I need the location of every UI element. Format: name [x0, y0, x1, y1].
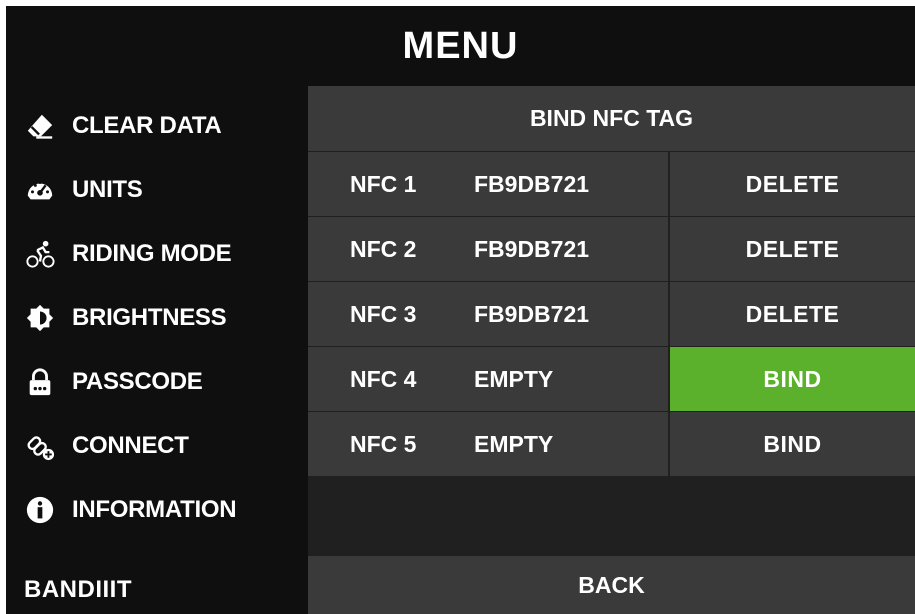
nfc-row: NFC 2 FB9DB721 DELETE	[308, 217, 915, 282]
brand-logo: BANDIIIT	[24, 576, 132, 603]
nfc-tag-id: FB9DB721	[474, 235, 590, 262]
nfc-bind-button[interactable]: BIND	[670, 347, 915, 411]
sidebar-item-clear-data[interactable]: CLEAR DATA	[6, 96, 308, 156]
sidebar-item-information[interactable]: INFORMATION	[6, 480, 308, 540]
sidebar-item-riding-mode[interactable]: RIDING MODE	[6, 224, 308, 284]
nfc-row: NFC 1 FB9DB721 DELETE	[308, 152, 915, 217]
nfc-tag-id: FB9DB721	[474, 300, 590, 327]
nfc-info: NFC 4 EMPTY	[308, 347, 668, 411]
nfc-info: NFC 5 EMPTY	[308, 412, 668, 476]
sidebar: CLEAR DATA UNITS RIDING MODE BRIGHTNESS	[6, 86, 308, 614]
nfc-name: NFC 5	[350, 430, 417, 457]
nfc-delete-button[interactable]: DELETE	[670, 217, 915, 281]
cyclist-icon	[24, 238, 56, 270]
nfc-row: NFC 3 FB9DB721 DELETE	[308, 282, 915, 347]
sidebar-item-label: PASSCODE	[72, 368, 203, 395]
nfc-info: NFC 3 FB9DB721	[308, 282, 668, 346]
brightness-icon	[24, 302, 56, 334]
nfc-name: NFC 3	[350, 300, 417, 327]
nfc-bind-button[interactable]: BIND	[670, 412, 915, 476]
panel-title: BIND NFC TAG	[308, 86, 915, 151]
nfc-delete-button[interactable]: DELETE	[670, 152, 915, 216]
sidebar-item-connect[interactable]: CONNECT	[6, 416, 308, 476]
empty-area	[308, 476, 915, 556]
eraser-icon	[24, 110, 56, 142]
bind-nfc-panel: BIND NFC TAG NFC 1 FB9DB721 DELETE NFC 2…	[308, 86, 915, 614]
nfc-row: NFC 4 EMPTY BIND	[308, 347, 915, 412]
nfc-row: NFC 5 EMPTY BIND	[308, 412, 915, 477]
sidebar-item-label: BRIGHTNESS	[72, 304, 227, 331]
link-plus-icon	[24, 430, 56, 462]
nfc-name: NFC 4	[350, 365, 417, 392]
nfc-info: NFC 2 FB9DB721	[308, 217, 668, 281]
sidebar-item-label: RIDING MODE	[72, 240, 232, 267]
back-button[interactable]: BACK	[308, 556, 915, 614]
device-screen: MENU CLEAR DATA UNITS RIDING MODE BRIGHT…	[6, 6, 915, 614]
sidebar-item-label: CONNECT	[72, 432, 189, 459]
nfc-name: NFC 1	[350, 170, 417, 197]
nfc-info: NFC 1 FB9DB721	[308, 152, 668, 216]
sidebar-item-passcode[interactable]: PASSCODE	[6, 352, 308, 412]
sidebar-item-brightness[interactable]: BRIGHTNESS	[6, 288, 308, 348]
speedometer-icon	[24, 174, 56, 206]
nfc-tag-id: EMPTY	[474, 365, 554, 392]
sidebar-item-units[interactable]: UNITS	[6, 160, 308, 220]
lock-icon	[24, 366, 56, 398]
sidebar-item-label: UNITS	[72, 176, 143, 203]
nfc-name: NFC 2	[350, 235, 417, 262]
nfc-tag-id: EMPTY	[474, 430, 554, 457]
sidebar-item-label: INFORMATION	[72, 496, 237, 523]
nfc-delete-button[interactable]: DELETE	[670, 282, 915, 346]
header: MENU	[6, 6, 915, 86]
page-title: MENU	[402, 24, 519, 67]
info-icon	[24, 494, 56, 526]
sidebar-item-label: CLEAR DATA	[72, 112, 222, 139]
nfc-tag-id: FB9DB721	[474, 170, 590, 197]
